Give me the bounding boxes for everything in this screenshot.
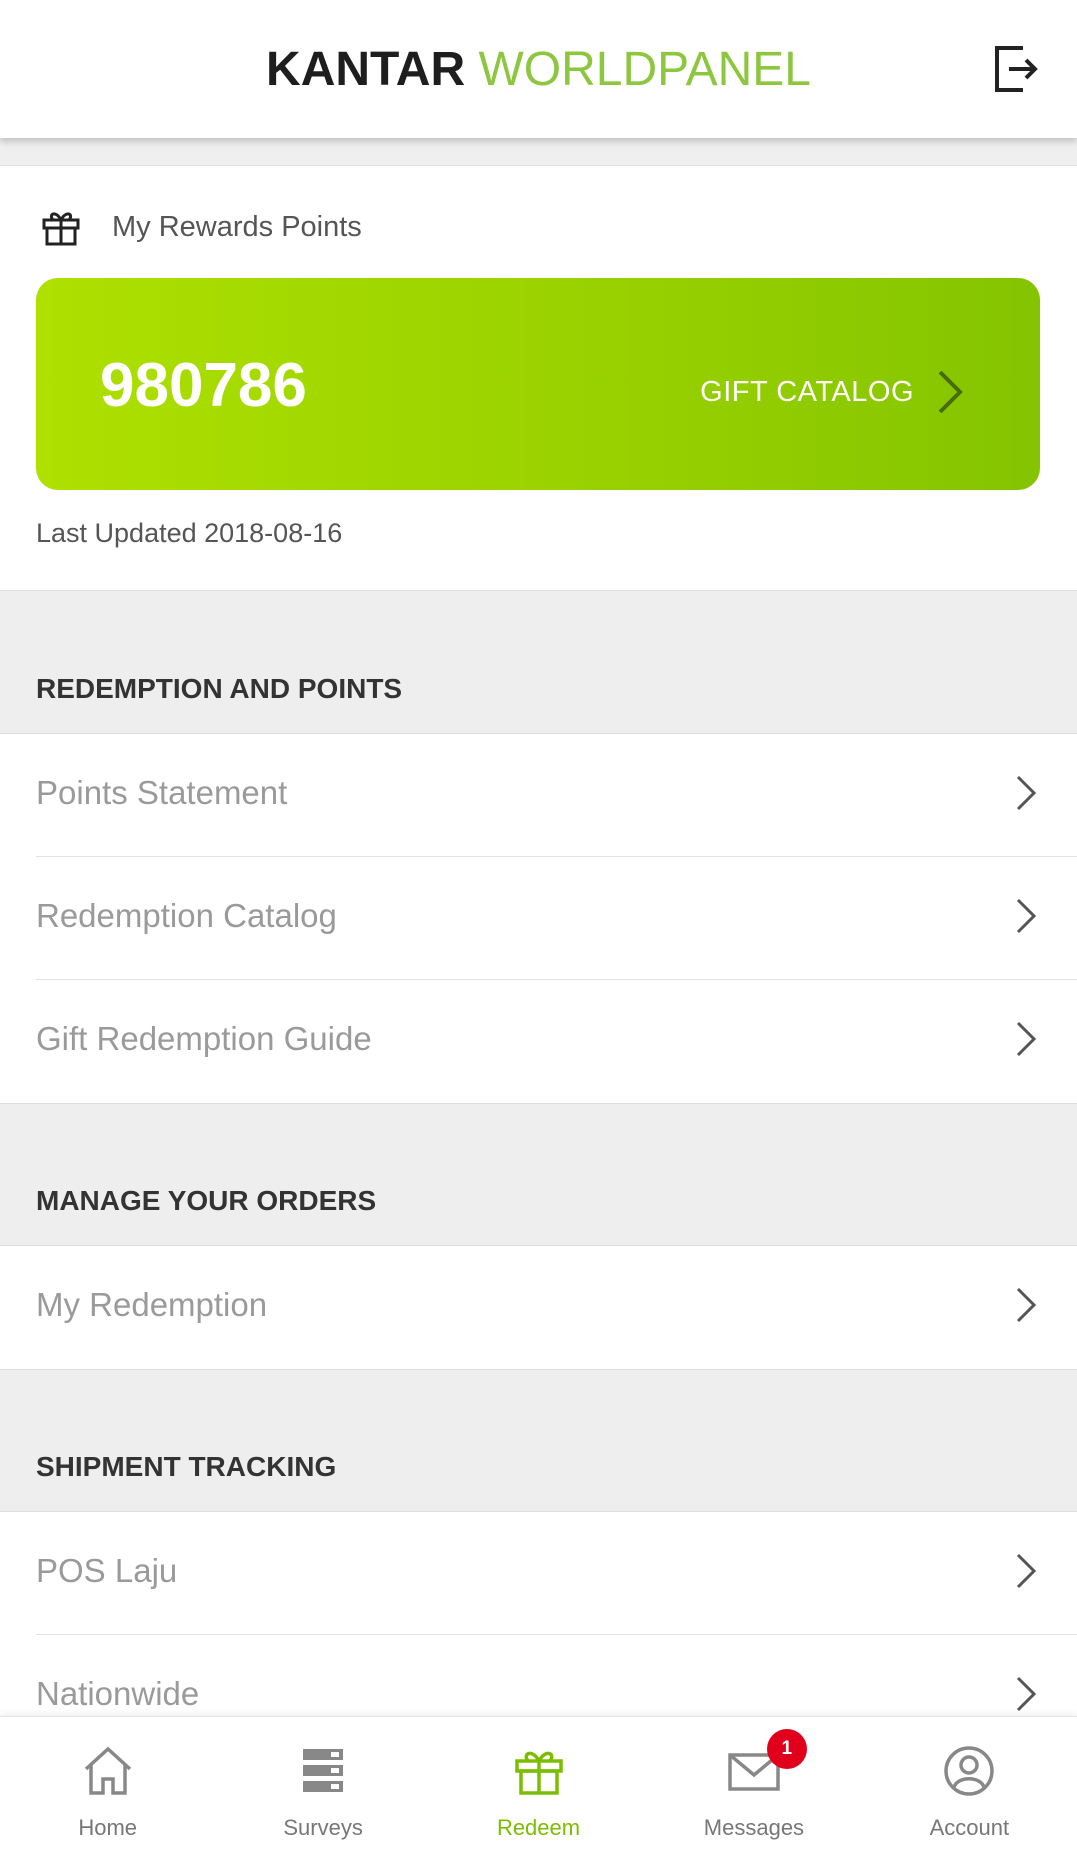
bottom-navigation: Home Surveys Redeem 1 Messages Account — [0, 1716, 1077, 1856]
gift-icon — [514, 1751, 563, 1795]
list-item-my-redemption[interactable]: My Redemption — [0, 1246, 1077, 1369]
nav-label: Messages — [703, 1815, 805, 1840]
account-icon — [944, 1746, 995, 1796]
list-item-label: POS Laju — [36, 1552, 178, 1589]
home-icon — [84, 1746, 131, 1795]
section-header-orders: MANAGE YOUR ORDERS — [0, 1103, 1077, 1246]
nav-label: Home — [78, 1815, 138, 1840]
last-updated: Last Updated 2018-08-16 — [36, 518, 343, 548]
nav-label: Redeem — [496, 1815, 581, 1840]
nav-label: Account — [929, 1815, 1010, 1840]
gift-icon — [42, 212, 80, 246]
points-value: 980786 — [100, 351, 307, 420]
list-item-points-statement[interactable]: Points Statement — [0, 734, 1077, 857]
unread-badge: 1 — [766, 1729, 807, 1769]
gift-catalog-link[interactable]: GIFT CATALOG — [700, 368, 964, 416]
surveys-icon — [303, 1749, 344, 1792]
nav-item-account[interactable]: Account — [862, 1717, 1077, 1856]
nav-item-redeem[interactable]: Redeem — [431, 1717, 646, 1856]
list-item-label: Redemption Catalog — [36, 897, 337, 934]
chevron-right-icon — [1016, 1021, 1037, 1057]
section-title: SHIPMENT TRACKING — [36, 1451, 337, 1482]
gift-catalog-label: GIFT CATALOG — [700, 375, 914, 408]
rewards-heading: My Rewards Points — [40, 205, 362, 249]
logout-icon[interactable] — [993, 44, 1039, 94]
list-item-label: My Redemption — [36, 1286, 268, 1323]
nav-item-surveys[interactable]: Surveys — [215, 1717, 430, 1856]
chevron-right-icon — [938, 370, 963, 414]
list-item-redemption-catalog[interactable]: Redemption Catalog — [0, 857, 1077, 980]
app-header: KANTAR WORLDPANEL — [0, 0, 1077, 138]
nav-label: Surveys — [283, 1815, 363, 1840]
chevron-right-icon — [1016, 898, 1037, 934]
nav-item-messages[interactable]: 1 Messages — [646, 1717, 861, 1856]
chevron-right-icon — [1016, 1553, 1037, 1589]
brand-name: KANTAR — [266, 43, 466, 96]
chevron-right-icon — [1016, 1287, 1037, 1323]
chevron-right-icon — [1016, 775, 1037, 811]
rewards-title: My Rewards Points — [112, 210, 362, 243]
section-title: REDEMPTION AND POINTS — [36, 673, 403, 704]
header-gap — [0, 138, 1077, 166]
section-header-shipment: SHIPMENT TRACKING — [0, 1369, 1077, 1512]
points-card[interactable]: 980786 GIFT CATALOG — [36, 278, 1040, 490]
section-title: MANAGE YOUR ORDERS — [36, 1185, 377, 1216]
brand-sub-name: WORLDPANEL — [478, 43, 811, 96]
list-item-gift-redemption-guide[interactable]: Gift Redemption Guide — [0, 980, 1077, 1103]
section-header-redemption: REDEMPTION AND POINTS — [0, 590, 1077, 734]
chevron-right-icon — [1016, 1676, 1037, 1712]
nav-item-home[interactable]: Home — [0, 1717, 215, 1856]
list-item-label: Gift Redemption Guide — [36, 1020, 372, 1057]
list-item-pos-laju[interactable]: POS Laju — [0, 1512, 1077, 1635]
list-item-label: Nationwide — [36, 1675, 200, 1712]
list-item-label: Points Statement — [36, 774, 288, 811]
brand-logo: KANTAR WORLDPANEL — [0, 42, 1077, 97]
